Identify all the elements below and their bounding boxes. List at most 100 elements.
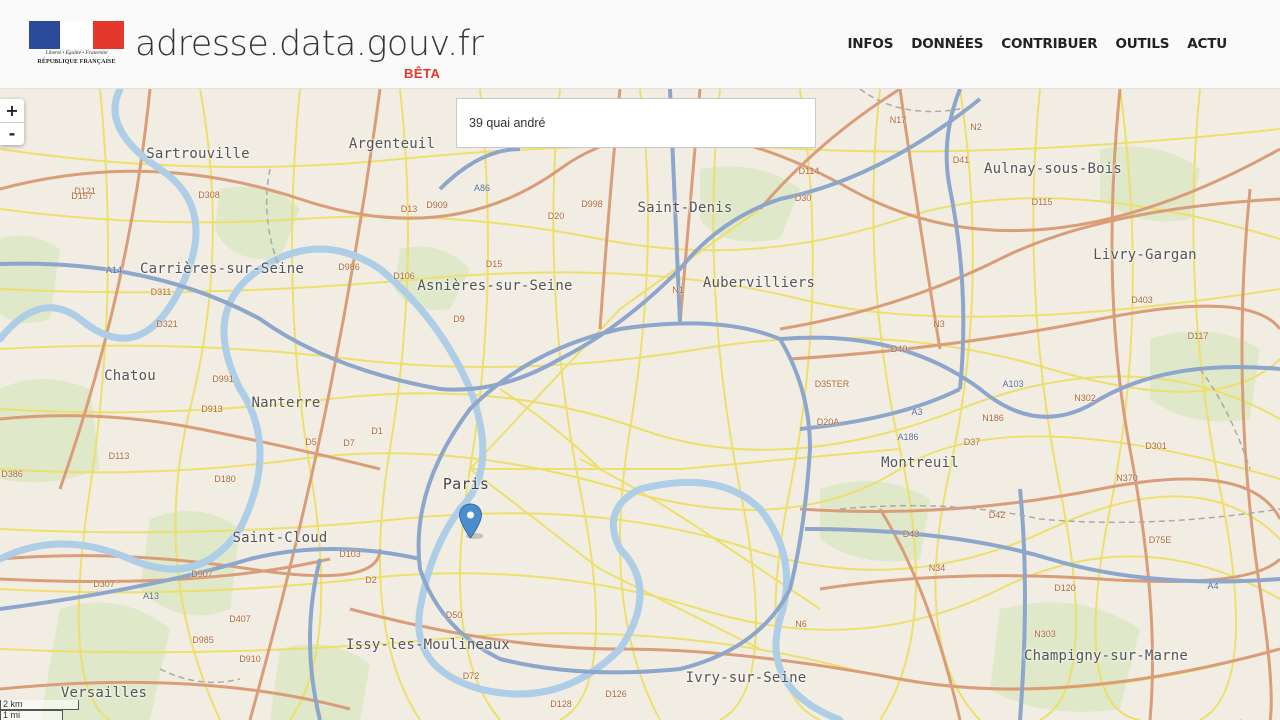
place-label: Ivry-sur-Seine bbox=[685, 670, 807, 686]
road-label: D9 bbox=[453, 314, 465, 324]
place-label: Sartrouville bbox=[146, 146, 250, 162]
site-header: Liberté • Égalité • Fraternité RÉPUBLIQU… bbox=[0, 0, 1280, 89]
road-label: D37 bbox=[963, 437, 981, 447]
road-label: A14 bbox=[105, 265, 123, 275]
zoom-out-button[interactable]: - bbox=[0, 122, 24, 145]
nav-outils[interactable]: OUTILS bbox=[1115, 36, 1169, 52]
road-label: D403 bbox=[1131, 295, 1153, 305]
road-label: A103 bbox=[1002, 379, 1024, 389]
road-label: N6 bbox=[795, 619, 807, 629]
road-label: D386 bbox=[1, 469, 23, 479]
road-label: D120 bbox=[1054, 583, 1076, 593]
road-label: D985 bbox=[192, 635, 214, 645]
road-label: D910 bbox=[239, 654, 261, 664]
road-label: D15 bbox=[485, 259, 503, 269]
map-view[interactable]: Sartrouville Argenteuil Aulnay-sous-Bois… bbox=[0, 89, 1280, 720]
road-label: D30 bbox=[794, 193, 812, 203]
road-label: D114 bbox=[798, 166, 820, 176]
road-label: D35TER bbox=[814, 379, 850, 389]
road-label: A13 bbox=[142, 591, 160, 601]
zoom-in-button[interactable]: + bbox=[0, 99, 24, 122]
logo-republic: RÉPUBLIQUE FRANÇAISE bbox=[37, 59, 116, 65]
map-scale: 2 km 1 mi bbox=[0, 700, 79, 720]
road-label: A3 bbox=[911, 407, 923, 417]
road-label: D50 bbox=[445, 610, 463, 620]
main-nav: INFOS DONNÉES CONTRIBUER OUTILS ACTU bbox=[847, 36, 1227, 52]
road-label: D115 bbox=[1031, 197, 1053, 207]
road-label: A186 bbox=[897, 432, 919, 442]
place-label: Paris bbox=[442, 475, 490, 493]
beta-badge: BÊTA bbox=[404, 66, 441, 81]
nav-infos[interactable]: INFOS bbox=[847, 36, 893, 52]
place-label: Issy-les-Moulineaux bbox=[346, 637, 510, 653]
nav-donnees[interactable]: DONNÉES bbox=[911, 36, 983, 52]
road-label: D43 bbox=[902, 529, 920, 539]
road-label: D321 bbox=[156, 319, 178, 329]
place-label: Versailles bbox=[60, 685, 148, 701]
road-label: D909 bbox=[426, 200, 448, 210]
road-label: D117 bbox=[1187, 331, 1209, 341]
road-label: D991 bbox=[212, 374, 234, 384]
road-label: D106 bbox=[393, 271, 415, 281]
road-label: D40 bbox=[890, 344, 908, 354]
place-label: Nanterre bbox=[251, 395, 321, 411]
road-label: D20A bbox=[816, 417, 840, 427]
place-label: Aubervilliers bbox=[702, 275, 816, 291]
road-label: D126 bbox=[605, 689, 627, 699]
road-label: D72 bbox=[462, 671, 480, 681]
road-label: N17 bbox=[889, 115, 907, 125]
road-label: N370 bbox=[1116, 473, 1138, 483]
place-label: Carrières-sur-Seine bbox=[140, 261, 304, 277]
place-label: Montreuil bbox=[881, 455, 959, 471]
road-label: D311 bbox=[150, 287, 172, 297]
road-label: D75E bbox=[1148, 535, 1172, 545]
road-label: D113 bbox=[108, 451, 130, 461]
road-label: D20 bbox=[547, 211, 565, 221]
nav-actu[interactable]: ACTU bbox=[1187, 36, 1227, 52]
site-title[interactable]: adresse.data.gouv.fr bbox=[135, 22, 484, 66]
place-label: Champigny-sur-Marne bbox=[1024, 648, 1188, 664]
place-label: Chatou bbox=[104, 368, 156, 384]
road-label: A4 bbox=[1207, 581, 1219, 591]
nav-contribuer[interactable]: CONTRIBUER bbox=[1001, 36, 1097, 52]
road-label: D998 bbox=[581, 199, 603, 209]
scale-mi: 1 mi bbox=[0, 710, 63, 720]
place-label: Livry-Gargan bbox=[1093, 247, 1197, 263]
road-label: D301 bbox=[1145, 441, 1167, 451]
scale-km: 2 km bbox=[0, 700, 79, 710]
road-label: D157 bbox=[71, 191, 93, 201]
road-label: D13 bbox=[400, 204, 418, 214]
address-search-box bbox=[456, 98, 816, 148]
road-label: D986 bbox=[338, 262, 360, 272]
road-label: D42 bbox=[988, 510, 1006, 520]
road-label: D103 bbox=[339, 549, 361, 559]
road-label: D41 bbox=[952, 155, 970, 165]
zoom-control: + - bbox=[0, 99, 24, 145]
place-label: Aulnay-sous-Bois bbox=[983, 161, 1123, 177]
road-label: N3 bbox=[933, 319, 945, 329]
road-label: D5 bbox=[305, 437, 317, 447]
map-tiles bbox=[0, 89, 1280, 720]
republique-francaise-logo[interactable]: Liberté • Égalité • Fraternité RÉPUBLIQU… bbox=[29, 21, 124, 67]
road-label: N34 bbox=[928, 563, 946, 573]
road-label: D7 bbox=[343, 438, 355, 448]
road-label: A86 bbox=[473, 183, 491, 193]
place-label: Saint-Cloud bbox=[232, 530, 328, 546]
road-label: D2 bbox=[365, 575, 377, 585]
road-label: D180 bbox=[214, 474, 236, 484]
road-label: D308 bbox=[198, 190, 220, 200]
road-label: D407 bbox=[229, 614, 251, 624]
road-label: D128 bbox=[550, 699, 572, 709]
road-label: N1 bbox=[672, 285, 684, 295]
road-label: D913 bbox=[201, 404, 223, 414]
flag-icon bbox=[29, 21, 124, 49]
map-marker-icon[interactable] bbox=[458, 503, 483, 540]
road-label: D307 bbox=[93, 579, 115, 589]
address-search-input[interactable] bbox=[457, 99, 815, 147]
logo-motto: Liberté • Égalité • Fraternité bbox=[45, 50, 108, 56]
road-label: N303 bbox=[1034, 629, 1056, 639]
place-label: Asnières-sur-Seine bbox=[417, 278, 573, 294]
road-label: N186 bbox=[982, 413, 1004, 423]
road-label: D907 bbox=[191, 569, 213, 579]
place-label: Argenteuil bbox=[348, 136, 436, 152]
